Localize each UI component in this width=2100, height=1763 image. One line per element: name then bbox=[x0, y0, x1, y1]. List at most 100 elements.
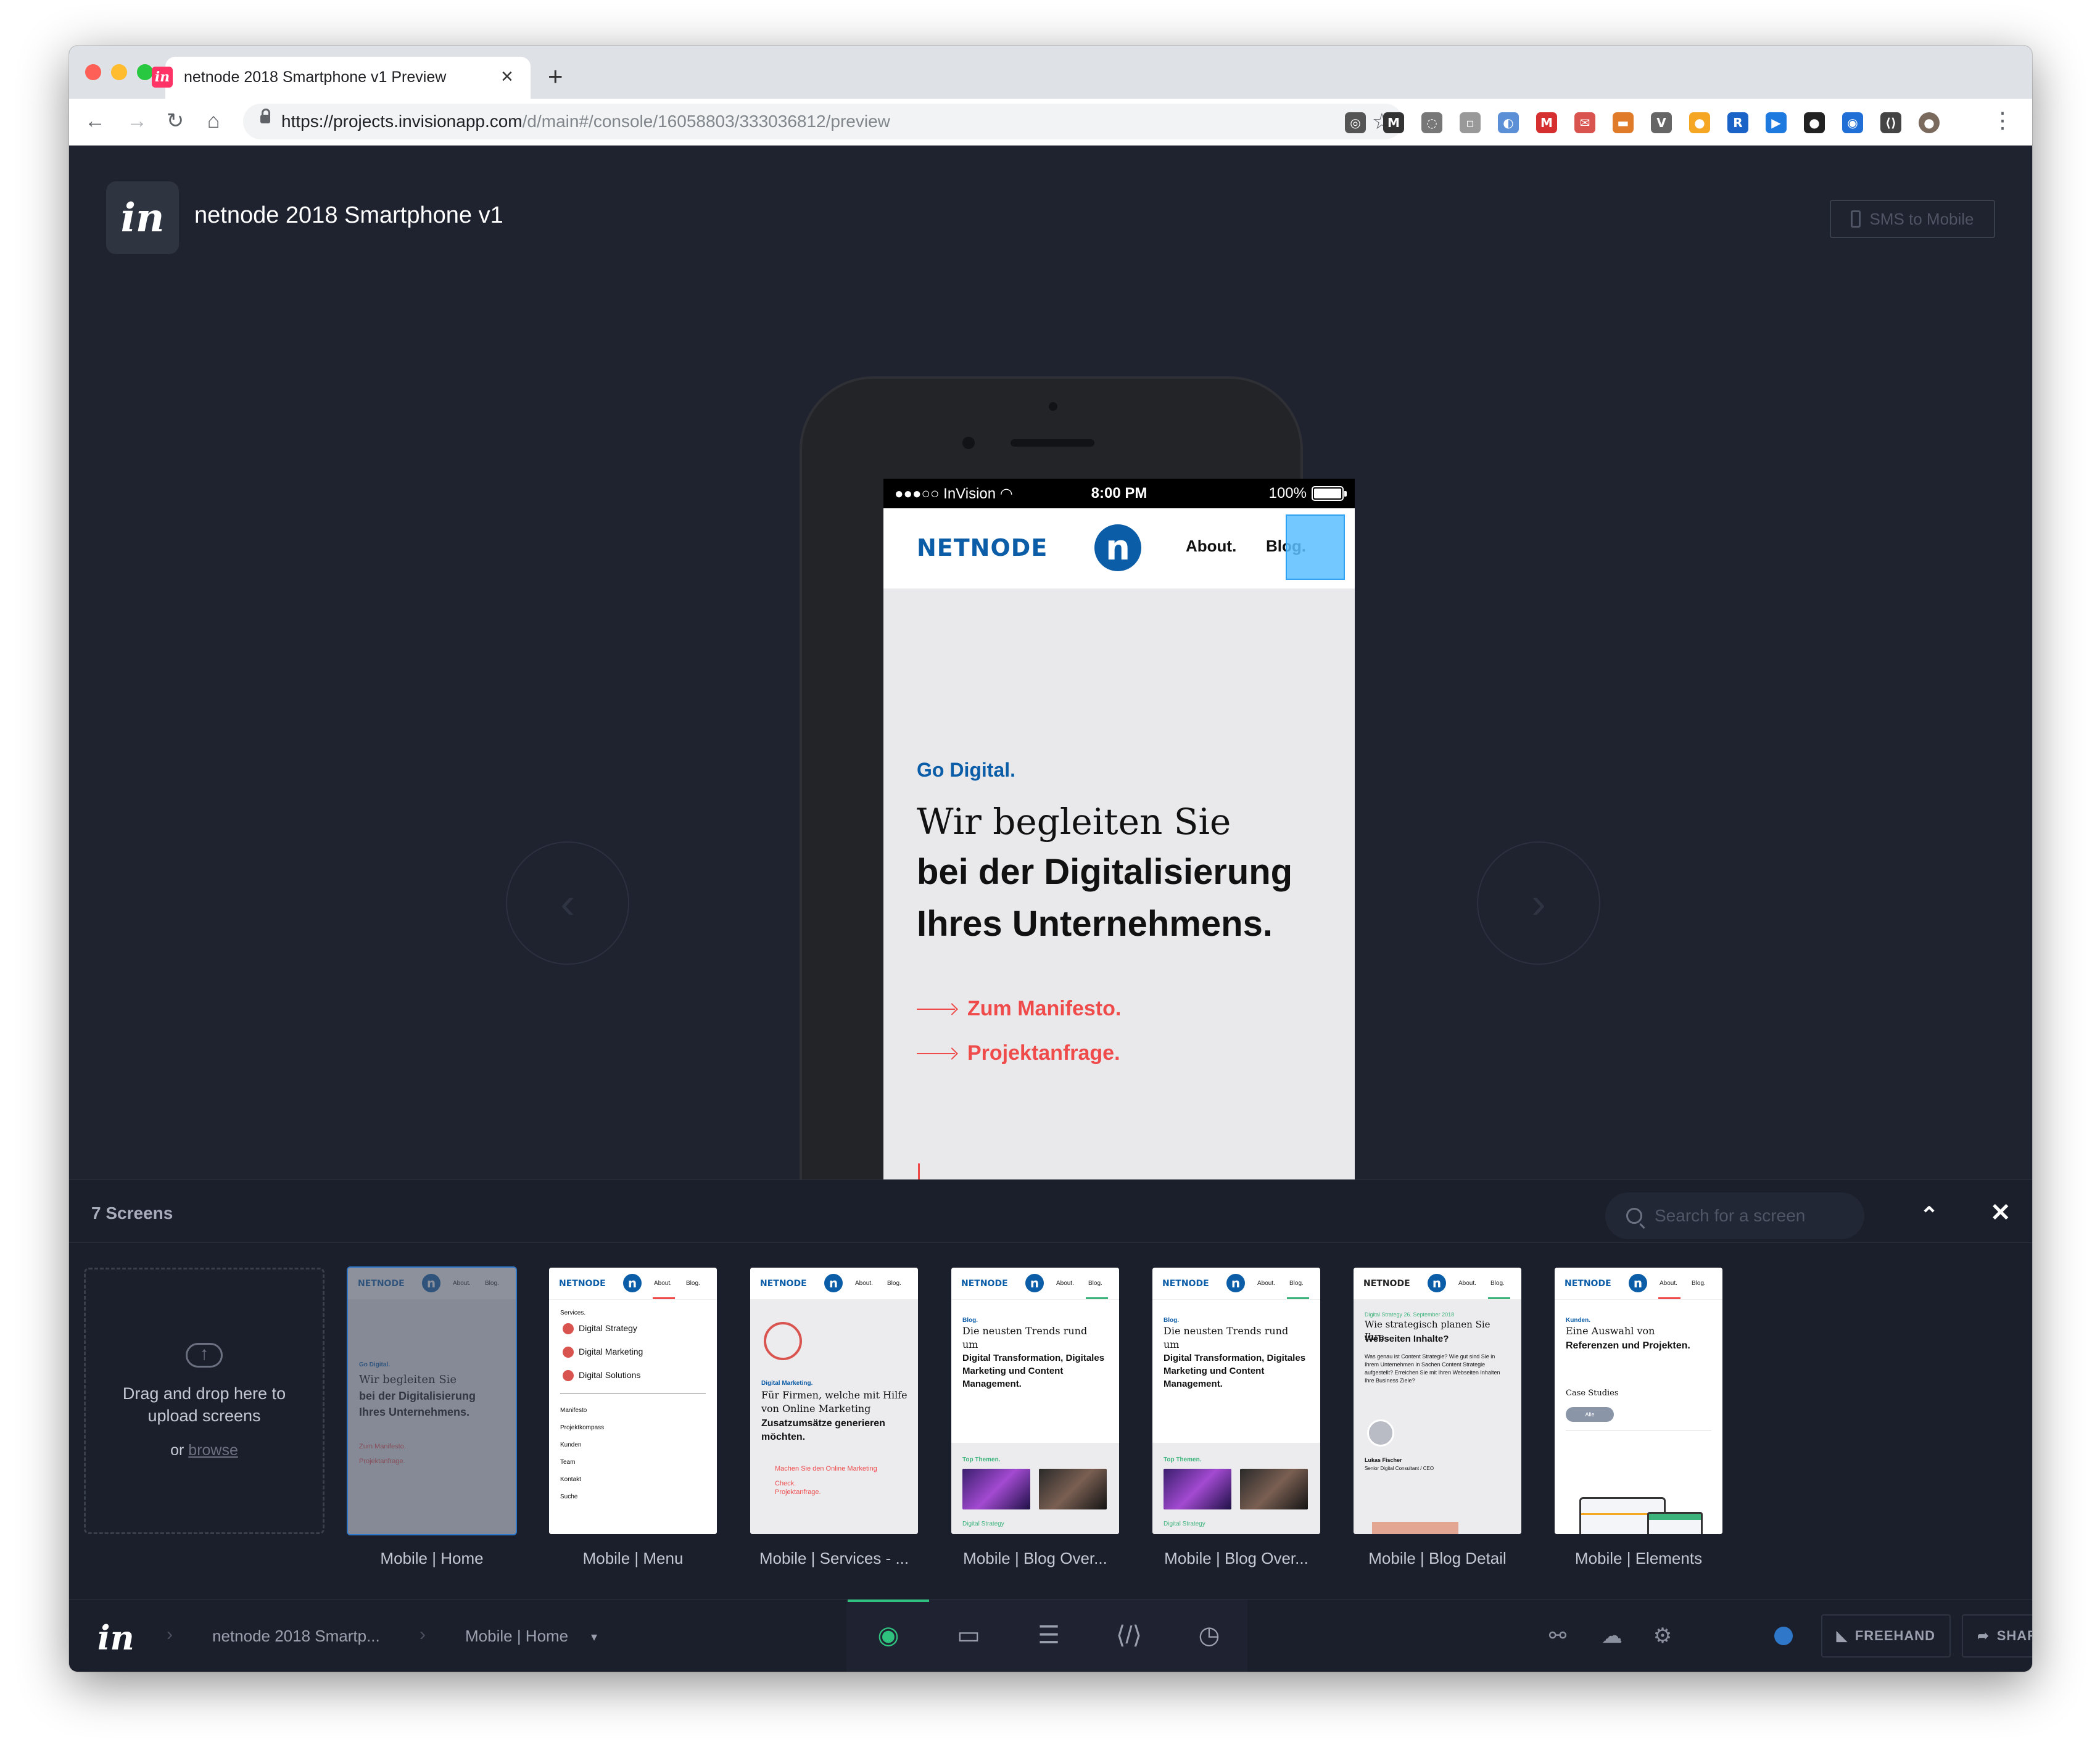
prototype-hotspot[interactable] bbox=[1286, 514, 1345, 580]
cta-projektanfrage-link[interactable]: Projektanfrage. bbox=[917, 1041, 1120, 1065]
circle-ext-icon[interactable]: ◐ bbox=[1498, 112, 1519, 133]
netnode-logo[interactable]: NETNODE bbox=[917, 534, 1048, 561]
r-ext-icon[interactable]: R bbox=[1727, 112, 1748, 133]
forward-arrow-icon[interactable]: → bbox=[123, 107, 151, 134]
screen-thumb-elements[interactable]: NETNODE n About. Blog. Kunden. Eine Auswahl… bbox=[1555, 1268, 1722, 1567]
breadcrumb-project[interactable]: netnode 2018 Smartp... bbox=[212, 1627, 380, 1646]
screens-count: 7 Screens bbox=[91, 1204, 173, 1223]
mail-ext-icon[interactable]: ✉ bbox=[1574, 112, 1595, 133]
thumb-menu-link: Suche bbox=[560, 1493, 578, 1500]
previous-screen-button[interactable]: ‹ bbox=[506, 841, 629, 965]
share-label: SHARE bbox=[1996, 1628, 2032, 1643]
code-ext-icon[interactable]: ⟨⟩ bbox=[1880, 112, 1901, 133]
reload-icon[interactable]: ↻ bbox=[162, 107, 189, 134]
thumb-body: Blog. Die neusten Trends rund um Digital… bbox=[951, 1300, 1119, 1534]
freehand-button[interactable]: ◣ FREEHAND bbox=[1821, 1614, 1951, 1658]
page-ext-icon[interactable]: ▫ bbox=[1460, 112, 1481, 133]
home-icon[interactable]: ⌂ bbox=[200, 107, 227, 134]
url-path: /d/main#/console/16058803/333036812/prev… bbox=[522, 112, 890, 131]
thumb-active-bar bbox=[653, 1297, 675, 1299]
sms-to-mobile-button[interactable]: SMS to Mobile bbox=[1830, 200, 1995, 238]
screen-thumb-blog-overview-2[interactable]: NETNODE n About. Blog. Blog. Die neusten Tr… bbox=[1152, 1268, 1320, 1567]
cta-manifesto-link[interactable]: Zum Manifesto. bbox=[917, 997, 1121, 1021]
user-status-dot[interactable] bbox=[1774, 1627, 1793, 1645]
share-nodes-icon[interactable]: ⚯ bbox=[1545, 1623, 1571, 1649]
invision-logo-icon[interactable]: in bbox=[106, 181, 179, 254]
ring-ext-icon[interactable]: ◌ bbox=[1421, 112, 1442, 133]
thumb-blog: Blog. bbox=[1289, 1280, 1304, 1287]
orange-ext-icon[interactable]: ▬ bbox=[1613, 112, 1634, 133]
author-avatar bbox=[1367, 1419, 1394, 1447]
screen-search-input[interactable]: Search for a screen bbox=[1605, 1192, 1864, 1239]
browse-link[interactable]: browse bbox=[188, 1442, 238, 1459]
thumb-cta-1: Zum Manifesto. bbox=[359, 1443, 406, 1450]
thumb-header: NETNODE n About. Blog. bbox=[549, 1268, 717, 1300]
chevron-right-icon: › bbox=[420, 1624, 426, 1645]
thumb-about: About. bbox=[1056, 1280, 1074, 1287]
minimize-window-button[interactable] bbox=[111, 64, 127, 80]
comment-mode-icon[interactable]: ☰ bbox=[1033, 1621, 1065, 1650]
inspect-code-icon[interactable]: ⟨/⟩ bbox=[1113, 1621, 1145, 1650]
thumb-blog-bold: Digital Transformation, Digitales Market… bbox=[962, 1353, 1105, 1389]
build-mode-icon[interactable]: ▭ bbox=[953, 1621, 985, 1650]
browser-menu-icon[interactable]: ⋮ bbox=[1991, 107, 2014, 133]
address-bar[interactable]: https://projects.invisionapp.com/d/main#… bbox=[243, 104, 1403, 139]
sms-button-label: SMS to Mobile bbox=[1869, 209, 1974, 228]
browser-window: in netnode 2018 Smartphone v1 Preview × … bbox=[69, 46, 2032, 1672]
maximize-window-button[interactable] bbox=[137, 64, 153, 80]
search-icon bbox=[1626, 1208, 1642, 1224]
history-clock-icon[interactable]: ◷ bbox=[1193, 1621, 1225, 1650]
screen-thumb-blog-detail[interactable]: NETNODE n About. Blog. Digital Strategy 26.… bbox=[1354, 1268, 1521, 1567]
strategy-icon bbox=[563, 1323, 574, 1334]
upload-dropzone[interactable]: Drag and drop here to upload screens or … bbox=[84, 1268, 325, 1534]
caret-down-icon[interactable]: ▾ bbox=[591, 1629, 597, 1645]
preview-mode-eye-icon[interactable]: ◉ bbox=[872, 1621, 904, 1650]
thumb-el-bold: Referenzen und Projekten. bbox=[1566, 1340, 1690, 1351]
netnode-n-icon: n bbox=[824, 1274, 843, 1292]
settings-gear-icon[interactable]: ⚙ bbox=[1650, 1623, 1676, 1649]
tab-close-icon[interactable]: × bbox=[501, 64, 513, 89]
v-ext-icon[interactable]: V bbox=[1651, 112, 1672, 133]
share-button[interactable]: ➦ SHARE bbox=[1962, 1614, 2032, 1658]
coin-ext-icon[interactable]: ● bbox=[1689, 112, 1710, 133]
hero-line-1: Wir begleiten Sie bbox=[917, 801, 1231, 843]
phone-screen[interactable]: ●●●○○ InVision ◠ 8:00 PM 100% NETNODE n … bbox=[883, 479, 1355, 1179]
screen-thumb-services[interactable]: NETNODE n About. Blog. Digital Marketing. F… bbox=[750, 1268, 918, 1567]
chevron-up-icon[interactable]: ⌃ bbox=[1920, 1202, 1938, 1228]
screen-thumb-blog-overview-1[interactable]: NETNODE n About. Blog. Blog. Die neusten Tr… bbox=[951, 1268, 1119, 1567]
thumb-card: NETNODE n About. Blog. Services. Digital St… bbox=[549, 1268, 717, 1534]
dark-circle-ext-icon[interactable]: ● bbox=[1804, 112, 1825, 133]
screen-thumb-menu[interactable]: NETNODE n About. Blog. Services. Digital St… bbox=[549, 1268, 717, 1567]
hero-line-2: bei der Digitalisierung bbox=[917, 852, 1293, 892]
thumb-card: NETNODE n About. Blog. Blog. Die neusten Tr… bbox=[1152, 1268, 1320, 1534]
thumb-label: Mobile | Blog Detail bbox=[1368, 1549, 1507, 1567]
thumb-blog: Blog. bbox=[887, 1280, 901, 1287]
arrow-ext-icon[interactable]: ▶ bbox=[1766, 112, 1787, 133]
url-text: https://projects.invisionapp.com/d/main#… bbox=[281, 112, 890, 131]
lightbulb-ext-icon[interactable]: ◎ bbox=[1345, 112, 1366, 133]
cloud-sync-icon[interactable]: ☁ bbox=[1599, 1623, 1625, 1649]
screen-thumb-home[interactable]: NETNODE n About. Blog. Go Digital. Wir begl… bbox=[347, 1266, 517, 1567]
chevron-right-icon: › bbox=[167, 1624, 173, 1645]
blue-ring-ext-icon[interactable]: ◉ bbox=[1842, 112, 1863, 133]
close-panel-icon[interactable]: ✕ bbox=[1990, 1199, 2011, 1227]
close-window-button[interactable] bbox=[85, 64, 101, 80]
m-ext-icon[interactable]: M bbox=[1383, 112, 1404, 133]
cta-projektanfrage-label: Projektanfrage. bbox=[967, 1041, 1120, 1065]
invision-home-logo[interactable]: in bbox=[97, 1618, 134, 1658]
avatar-ext-icon[interactable]: ● bbox=[1919, 112, 1940, 133]
netnode-n-icon[interactable]: n bbox=[1094, 524, 1141, 571]
back-arrow-icon[interactable]: ← bbox=[81, 107, 109, 134]
thumb-label: Mobile | Services - ... bbox=[759, 1549, 909, 1567]
thumb-hero-3: Ihres Unternehmens. bbox=[359, 1406, 470, 1418]
nav-about-link[interactable]: About. bbox=[1186, 537, 1236, 556]
thumb-about: About. bbox=[855, 1280, 873, 1287]
breadcrumb-screen[interactable]: Mobile | Home bbox=[465, 1627, 568, 1646]
m-red-ext-icon[interactable]: M bbox=[1536, 112, 1557, 133]
thumb-body: Go Digital. Wir begleiten Sie bei der Di… bbox=[348, 1300, 516, 1534]
thumb-about: About. bbox=[1458, 1280, 1476, 1287]
thumb-blog: Blog. bbox=[686, 1280, 700, 1287]
new-tab-icon[interactable]: + bbox=[548, 62, 563, 91]
next-screen-button[interactable]: › bbox=[1477, 841, 1600, 965]
thumb-body: Blog. Die neusten Trends rund um Digital… bbox=[1152, 1300, 1320, 1534]
